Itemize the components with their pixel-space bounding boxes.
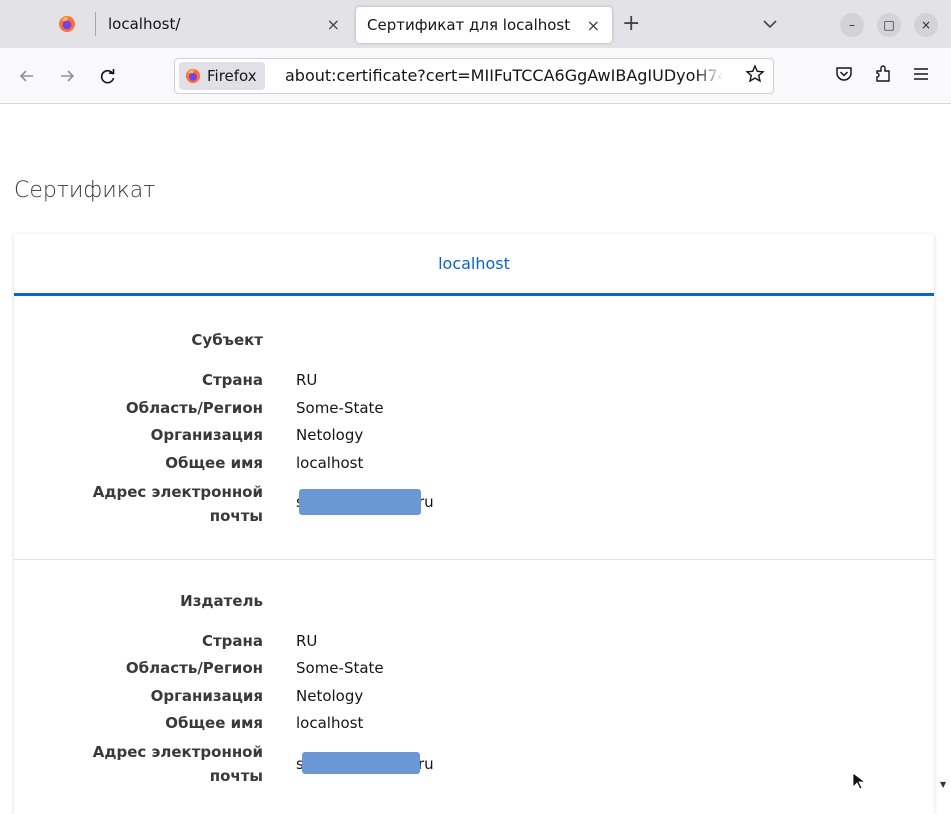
page-title: Сертификат [14,178,156,203]
certificate-tab-label: localhost [438,254,510,273]
field-value: localhost [296,454,364,472]
field-value: Netology [296,687,364,705]
section-heading: Издатель [180,592,263,610]
field-label: Область/Регион [125,399,263,417]
field-label: почты [209,507,263,525]
tab-label: localhost/ [108,15,181,33]
section-heading: Субъект [191,331,263,349]
email-suffix: ru [418,755,434,773]
tab-strip: localhost/ × Сертификат для localhost × … [0,0,951,48]
close-window-button[interactable]: × [914,13,938,37]
forward-arrow-icon[interactable] [57,66,77,86]
firefox-icon [59,16,75,32]
maximize-button[interactable]: □ [877,13,901,37]
field-label: почты [209,767,263,785]
reload-icon[interactable] [98,66,118,86]
firefox-icon [185,68,201,84]
tab-certificate-localhost[interactable]: localhost [14,234,934,296]
tab-label: Сертификат для localhost [367,16,571,34]
identity-label: Firefox [207,67,257,85]
field-value: RU [296,371,318,389]
hamburger-menu-icon[interactable] [910,63,932,85]
url-text[interactable]: about:certificate?cert=MIIFuTCCA6GgAwIBA… [285,66,723,85]
field-label: Область/Регион [125,659,263,677]
field-label: Общее имя [165,454,263,472]
section-divider [14,559,934,560]
field-label: Организация [150,687,263,705]
certificate-card: localhost Субъект Страна RU Область/Реги… [14,234,934,814]
chevron-down-icon[interactable] [760,14,780,34]
field-label: Адрес электронной [92,483,263,501]
field-label: Страна [201,632,263,650]
mouse-cursor-icon [852,772,867,790]
field-value: Some-State [296,659,384,677]
extensions-icon[interactable] [872,63,894,85]
redaction-box [299,489,421,515]
firefox-view-button[interactable] [40,0,94,48]
field-label: Адрес электронной [92,743,263,761]
close-icon[interactable]: × [327,15,340,34]
field-value: RU [296,632,318,650]
url-bar[interactable]: Firefox about:certificate?cert=MIIFuTCCA… [174,58,774,94]
field-value: localhost [296,714,364,732]
field-label: Общее имя [165,714,263,732]
redaction-box [302,752,420,774]
pocket-icon[interactable] [833,63,855,85]
field-value: Some-State [296,399,384,417]
identity-box[interactable]: Firefox [179,62,265,90]
scroll-down-arrow-icon[interactable]: ▼ [940,780,946,789]
bookmark-star-icon[interactable] [745,64,765,84]
field-label: Организация [150,426,263,444]
tab-certificate[interactable]: Сертификат для localhost × [356,7,612,43]
tab-localhost[interactable]: localhost/ × [96,0,352,48]
close-icon[interactable]: × [587,16,600,35]
field-value: Netology [296,426,364,444]
new-tab-button[interactable]: + [622,11,640,36]
minimize-button[interactable]: – [840,13,864,37]
field-label: Страна [201,371,263,389]
back-arrow-icon[interactable] [17,66,37,86]
